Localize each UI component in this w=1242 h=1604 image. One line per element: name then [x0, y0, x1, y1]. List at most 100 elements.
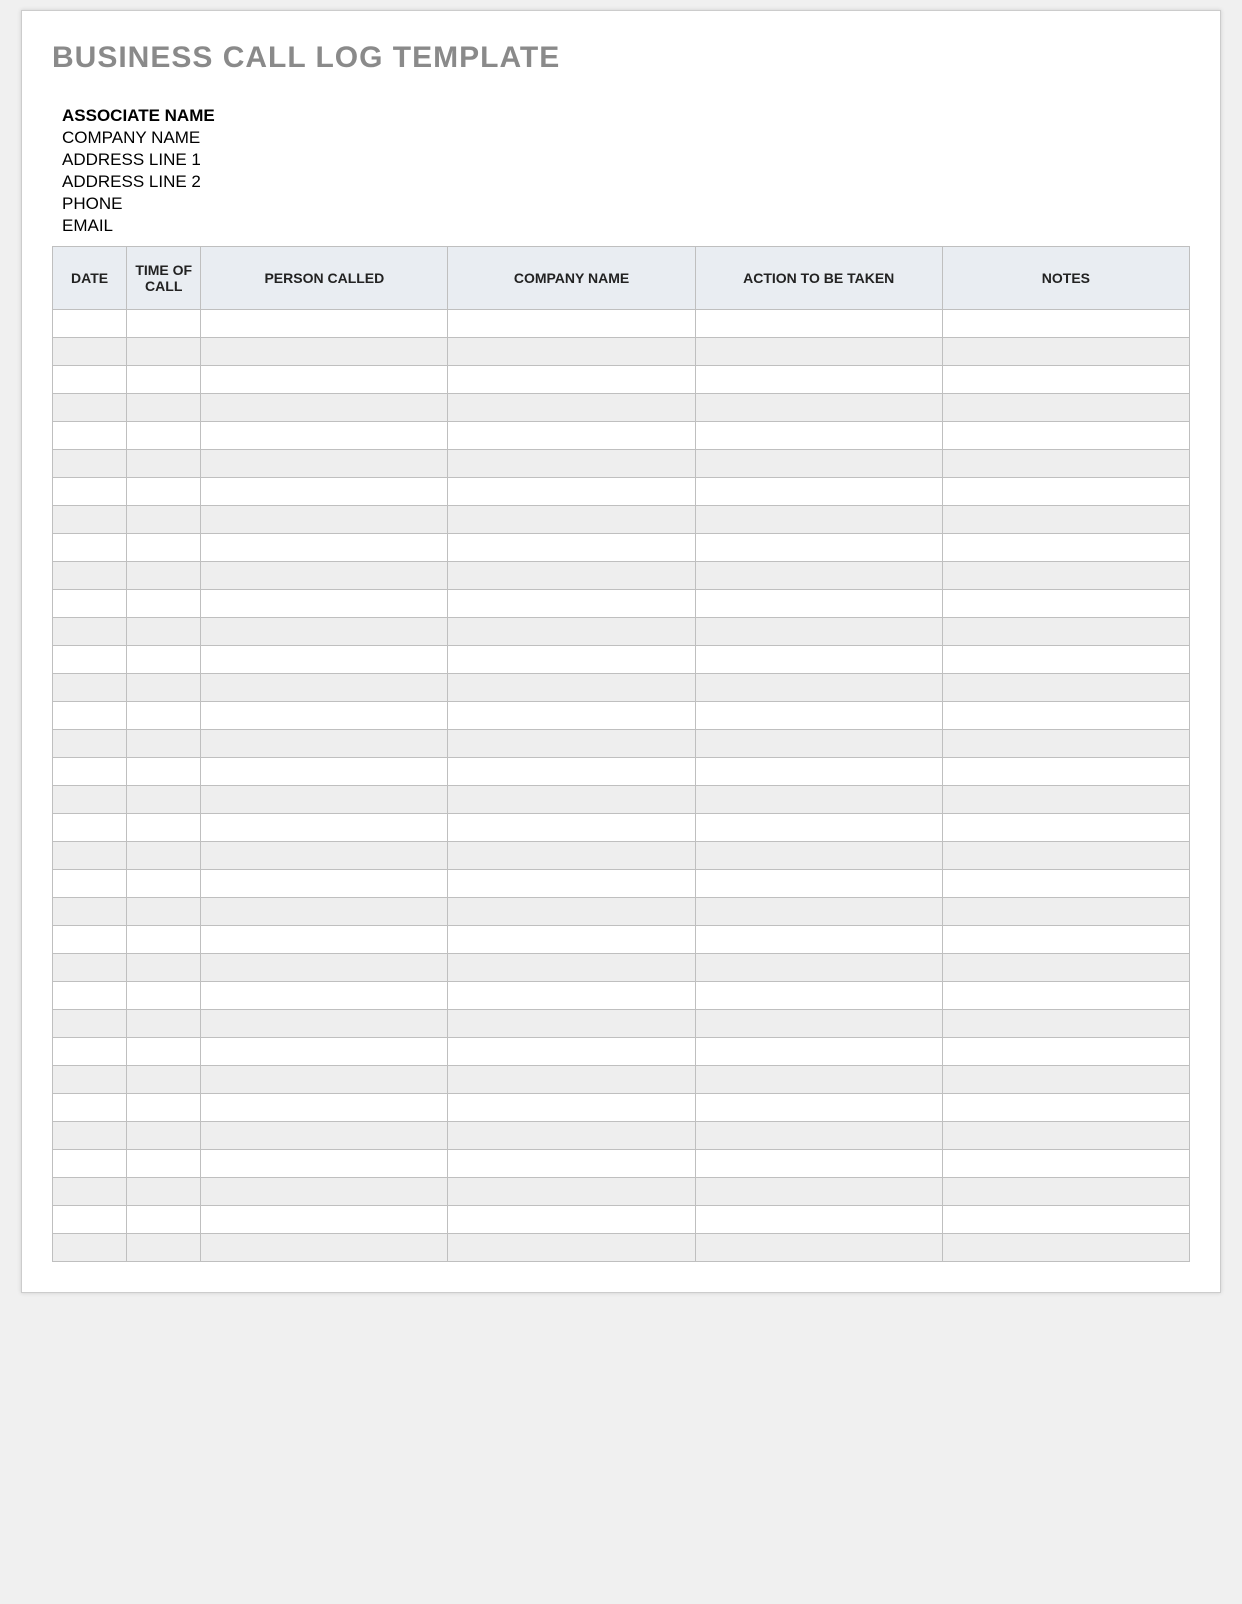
table-cell[interactable] [942, 421, 1189, 449]
table-cell[interactable] [448, 1037, 695, 1065]
table-cell[interactable] [201, 617, 448, 645]
table-cell[interactable] [53, 1093, 127, 1121]
table-cell[interactable] [942, 1037, 1189, 1065]
table-cell[interactable] [448, 393, 695, 421]
table-cell[interactable] [448, 897, 695, 925]
table-cell[interactable] [53, 673, 127, 701]
table-cell[interactable] [127, 1037, 201, 1065]
table-cell[interactable] [448, 365, 695, 393]
table-cell[interactable] [127, 1065, 201, 1093]
table-cell[interactable] [942, 1177, 1189, 1205]
table-cell[interactable] [53, 421, 127, 449]
table-cell[interactable] [448, 869, 695, 897]
table-cell[interactable] [53, 309, 127, 337]
table-cell[interactable] [201, 449, 448, 477]
table-cell[interactable] [53, 449, 127, 477]
table-cell[interactable] [942, 953, 1189, 981]
table-cell[interactable] [695, 897, 942, 925]
table-cell[interactable] [448, 953, 695, 981]
table-cell[interactable] [201, 701, 448, 729]
table-cell[interactable] [127, 393, 201, 421]
table-cell[interactable] [127, 309, 201, 337]
table-cell[interactable] [127, 1121, 201, 1149]
table-cell[interactable] [201, 1205, 448, 1233]
table-cell[interactable] [127, 729, 201, 757]
table-cell[interactable] [201, 1065, 448, 1093]
table-cell[interactable] [448, 533, 695, 561]
table-cell[interactable] [201, 589, 448, 617]
table-cell[interactable] [201, 1149, 448, 1177]
table-cell[interactable] [448, 785, 695, 813]
table-cell[interactable] [942, 729, 1189, 757]
table-cell[interactable] [695, 701, 942, 729]
table-cell[interactable] [695, 673, 942, 701]
table-cell[interactable] [942, 757, 1189, 785]
table-cell[interactable] [127, 421, 201, 449]
table-cell[interactable] [942, 505, 1189, 533]
table-cell[interactable] [201, 813, 448, 841]
table-cell[interactable] [53, 477, 127, 505]
table-cell[interactable] [127, 337, 201, 365]
table-cell[interactable] [448, 1177, 695, 1205]
table-cell[interactable] [448, 981, 695, 1009]
table-cell[interactable] [201, 1093, 448, 1121]
table-cell[interactable] [695, 1037, 942, 1065]
table-cell[interactable] [127, 1205, 201, 1233]
table-cell[interactable] [942, 673, 1189, 701]
table-cell[interactable] [127, 1177, 201, 1205]
table-cell[interactable] [53, 393, 127, 421]
table-cell[interactable] [942, 617, 1189, 645]
table-cell[interactable] [448, 1121, 695, 1149]
table-cell[interactable] [695, 1205, 942, 1233]
table-cell[interactable] [127, 449, 201, 477]
table-cell[interactable] [201, 1177, 448, 1205]
table-cell[interactable] [448, 617, 695, 645]
table-cell[interactable] [448, 673, 695, 701]
table-cell[interactable] [53, 1149, 127, 1177]
table-cell[interactable] [127, 841, 201, 869]
table-cell[interactable] [127, 785, 201, 813]
table-cell[interactable] [695, 785, 942, 813]
table-cell[interactable] [695, 981, 942, 1009]
table-cell[interactable] [942, 897, 1189, 925]
table-cell[interactable] [127, 813, 201, 841]
table-cell[interactable] [695, 337, 942, 365]
table-cell[interactable] [127, 981, 201, 1009]
table-cell[interactable] [201, 533, 448, 561]
table-cell[interactable] [695, 953, 942, 981]
table-cell[interactable] [448, 449, 695, 477]
table-cell[interactable] [127, 757, 201, 785]
table-cell[interactable] [942, 561, 1189, 589]
table-cell[interactable] [53, 589, 127, 617]
table-cell[interactable] [942, 449, 1189, 477]
table-cell[interactable] [127, 477, 201, 505]
table-cell[interactable] [448, 309, 695, 337]
table-cell[interactable] [53, 869, 127, 897]
table-cell[interactable] [448, 1065, 695, 1093]
table-cell[interactable] [53, 841, 127, 869]
table-cell[interactable] [201, 477, 448, 505]
table-cell[interactable] [942, 841, 1189, 869]
table-cell[interactable] [127, 1149, 201, 1177]
table-cell[interactable] [53, 1009, 127, 1037]
table-cell[interactable] [448, 925, 695, 953]
table-cell[interactable] [127, 673, 201, 701]
table-cell[interactable] [448, 1205, 695, 1233]
table-cell[interactable] [695, 421, 942, 449]
table-cell[interactable] [53, 1177, 127, 1205]
table-cell[interactable] [942, 337, 1189, 365]
table-cell[interactable] [695, 1177, 942, 1205]
table-cell[interactable] [53, 365, 127, 393]
table-cell[interactable] [942, 309, 1189, 337]
table-cell[interactable] [201, 337, 448, 365]
table-cell[interactable] [448, 841, 695, 869]
table-cell[interactable] [201, 645, 448, 673]
table-cell[interactable] [201, 673, 448, 701]
table-cell[interactable] [53, 925, 127, 953]
table-cell[interactable] [448, 1009, 695, 1037]
table-cell[interactable] [53, 729, 127, 757]
table-cell[interactable] [942, 477, 1189, 505]
table-cell[interactable] [695, 505, 942, 533]
table-cell[interactable] [201, 1009, 448, 1037]
table-cell[interactable] [53, 813, 127, 841]
